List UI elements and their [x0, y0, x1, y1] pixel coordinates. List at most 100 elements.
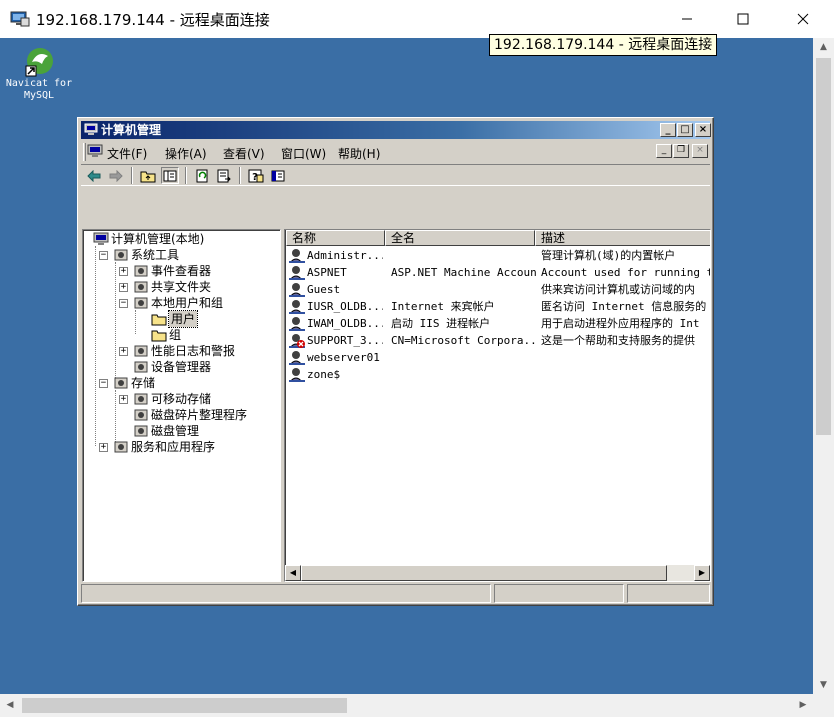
tree-item[interactable]: + 性能日志和警报	[83, 343, 278, 359]
forward-arrow-icon	[109, 169, 123, 182]
table-row[interactable]: SUPPORT_3... CN=Microsoft Corpora... 这是一个帮…	[285, 332, 710, 349]
scroll-down-button[interactable]: ▼	[813, 676, 834, 694]
tree-item[interactable]: − 系统工具	[83, 247, 278, 263]
close-button[interactable]	[780, 0, 826, 38]
expand-icon[interactable]: +	[119, 347, 128, 356]
menu-action[interactable]: 操作(A)	[165, 145, 207, 162]
tree-item-label: 磁盘管理	[151, 424, 200, 438]
cell-name: ASPNET	[307, 266, 347, 279]
table-row[interactable]: ASPNET ASP.NET Machine Account Account use…	[285, 264, 710, 281]
remote-desktop[interactable]: Navicat for MySQL 计算机管理 _ □ × 文件(F) 操作(A…	[0, 38, 813, 694]
up-one-level-button[interactable]	[139, 167, 157, 184]
back-button[interactable]	[85, 167, 103, 184]
column-header-name[interactable]: 名称	[286, 230, 385, 246]
scroll-left-button[interactable]: ◀	[285, 565, 301, 581]
mmc-close-button[interactable]: ×	[695, 123, 711, 137]
tree-item[interactable]: + 服务和应用程序	[83, 439, 278, 455]
rdp-vertical-scrollbar[interactable]: ▲ ▼	[813, 38, 834, 694]
column-header-fullname[interactable]: 全名	[385, 230, 535, 246]
toolbar-separator	[131, 167, 133, 184]
cell-desc: 匿名访问 Internet 信息服务的	[541, 300, 707, 313]
table-row[interactable]: webserver01	[285, 349, 710, 366]
scroll-thumb[interactable]	[301, 565, 667, 581]
table-row[interactable]: zone$	[285, 366, 710, 383]
table-row[interactable]: Administr... 管理计算机(域)的内置帐户	[285, 247, 710, 264]
user-icon	[289, 317, 305, 331]
mmc-minimize-button[interactable]: _	[660, 123, 676, 137]
users-groups-icon	[134, 297, 148, 309]
menu-view[interactable]: 查看(V)	[223, 145, 265, 162]
child-restore-button[interactable]: ❐	[673, 144, 689, 158]
user-icon	[289, 249, 305, 263]
tree-item[interactable]: 计算机管理(本地)	[83, 231, 278, 247]
desktop-icon-label: Navicat for MySQL	[4, 78, 74, 102]
toolbar: ?	[81, 164, 710, 186]
navicat-dolphin-icon	[22, 44, 56, 78]
refresh-button[interactable]	[193, 167, 211, 184]
tree-item-label: 系统工具	[131, 248, 180, 262]
expand-icon[interactable]: +	[119, 267, 128, 276]
tree-item[interactable]: 磁盘管理	[83, 423, 278, 439]
mmc-maximize-button[interactable]: □	[677, 123, 693, 137]
computer-management-icon	[84, 123, 98, 135]
tree-item-label: 服务和应用程序	[131, 440, 216, 454]
menu-window[interactable]: 窗口(W)	[281, 145, 326, 162]
tree-item-label: 性能日志和警报	[151, 344, 236, 358]
scroll-up-button[interactable]: ▲	[813, 38, 834, 56]
desktop-icon-navicat[interactable]: Navicat for MySQL	[4, 44, 74, 102]
maximize-button[interactable]	[720, 0, 766, 38]
vertical-scroll-thumb[interactable]	[816, 58, 831, 435]
tree-item[interactable]: 设备管理器	[83, 359, 278, 375]
tree-item[interactable]: + 共享文件夹	[83, 279, 278, 295]
storage-icon	[114, 377, 128, 389]
expand-icon[interactable]: +	[119, 395, 128, 404]
computer-management-window[interactable]: 计算机管理 _ □ × 文件(F) 操作(A) 查看(V) 窗口(W) 帮助(H…	[77, 117, 714, 606]
collapse-icon[interactable]: −	[99, 379, 108, 388]
column-header-description[interactable]: 描述	[535, 230, 710, 246]
table-row[interactable]: IUSR_OLDB... Internet 来宾帐户 匿名访问 Internet 信…	[285, 298, 710, 315]
event-viewer-icon	[134, 265, 148, 277]
title-tooltip: 192.168.179.144 - 远程桌面连接	[489, 34, 718, 56]
user-list-pane[interactable]: 名称 全名 描述 Administr... 管理计算机(域)的内置帐户 ASPNET…	[284, 229, 711, 582]
console-icon	[87, 144, 103, 157]
remote-desktop-icon	[10, 11, 30, 27]
child-minimize-button[interactable]: _	[656, 144, 672, 158]
tree-item[interactable]: + 可移动存储	[83, 391, 278, 407]
rdp-horizontal-scrollbar[interactable]: ◀ ▶	[0, 694, 834, 717]
status-cell-2	[494, 584, 624, 603]
collapse-icon[interactable]: −	[119, 299, 128, 308]
table-row[interactable]: IWAM_OLDB... 启动 IIS 进程帐户 用于启动进程外应用程序的 Int	[285, 315, 710, 332]
expand-icon[interactable]: +	[99, 443, 108, 452]
forward-button[interactable]	[107, 167, 125, 184]
properties-button[interactable]	[269, 167, 287, 184]
status-cell-main	[81, 584, 491, 603]
collapse-icon[interactable]: −	[99, 251, 108, 260]
user-icon	[289, 368, 305, 382]
tree-item[interactable]: 组	[83, 327, 278, 343]
tree-item[interactable]: 用户	[83, 310, 278, 328]
tree-item-label: 可移动存储	[151, 392, 212, 406]
close-icon: ×	[696, 145, 704, 155]
help-button[interactable]: ?	[247, 167, 265, 184]
scroll-left-button[interactable]: ◀	[0, 694, 20, 717]
child-close-button[interactable]: ×	[692, 144, 708, 158]
table-row[interactable]: Guest 供来宾访问计算机或访问域的内	[285, 281, 710, 298]
list-horizontal-scrollbar[interactable]: ◀ ▶	[285, 565, 710, 581]
tree-item-label: 设备管理器	[151, 360, 212, 374]
tree-item[interactable]: − 本地用户和组	[83, 295, 278, 311]
scroll-right-button[interactable]: ▶	[694, 565, 710, 581]
menu-file[interactable]: 文件(F)	[107, 145, 147, 162]
minimize-button[interactable]	[664, 0, 710, 38]
scroll-right-button[interactable]: ▶	[793, 694, 813, 717]
export-list-button[interactable]	[215, 167, 233, 184]
menu-help[interactable]: 帮助(H)	[338, 145, 380, 162]
tree-item[interactable]: 磁盘碎片整理程序	[83, 407, 278, 423]
statusbar	[81, 584, 710, 603]
tree-item[interactable]: + 事件查看器	[83, 263, 278, 279]
show-hide-tree-button[interactable]	[161, 167, 179, 184]
tree-item[interactable]: − 存储	[83, 375, 278, 391]
mmc-title-text: 计算机管理	[101, 123, 162, 137]
expand-icon[interactable]: +	[119, 283, 128, 292]
horizontal-scroll-thumb[interactable]	[22, 698, 347, 713]
tree-pane[interactable]: 计算机管理(本地) − 系统工具 + 事件查看器 + 共享文件夹 − 本地用户和组 用户组 + 性能日…	[82, 229, 281, 582]
